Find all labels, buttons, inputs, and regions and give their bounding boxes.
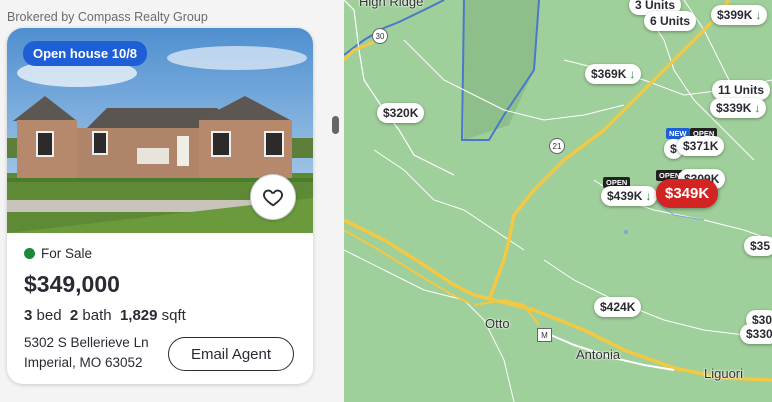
map-pin[interactable]: 6 Units [644,11,697,31]
selected-map-pin[interactable]: $349K [656,179,719,208]
town-antonia: Antonia [576,347,621,362]
town-high-ridge: High Ridge [359,0,424,9]
town-otto: Otto [485,316,510,331]
email-agent-button[interactable]: Email Agent [168,337,294,371]
map-pin[interactable]: $339K ↓ [710,98,767,118]
map-pin[interactable]: $330 [740,324,772,344]
broker-text: Brokered by Compass Realty Group [7,10,208,24]
listing-address[interactable]: 5302 S Bellerieve Ln Imperial, MO 63052 [24,333,149,373]
sqft-label: sqft [161,307,186,324]
listing-specs: 3 bed 2 bath 1,829 sqft [24,307,186,324]
sqft-value: 1,829 [119,307,158,324]
map-pin[interactable]: $371K [677,136,725,156]
map-pin[interactable]: $320K [377,103,425,123]
route-21-shield-icon: 21 [549,138,565,154]
favorite-button[interactable] [250,174,296,220]
town-liguori: Liguori [704,366,744,381]
beds-value: 3 [24,307,33,324]
address-line-2: Imperial, MO 63052 [24,355,143,370]
map-pin[interactable]: $369K ↓ [585,64,642,84]
map-view[interactable]: 30 21 M High Ridge Otto Antonia Liguori … [344,0,772,402]
price-drop-icon: ↓ [629,67,636,81]
beds-label: bed [36,307,62,324]
address-line-1: 5302 S Bellerieve Ln [24,335,149,350]
status-label: For Sale [41,246,93,261]
baths-value: 2 [69,307,79,324]
map-pin[interactable]: $399K ↓ [711,5,768,25]
open-house-badge: Open house 10/8 [23,41,148,66]
panel-resize-handle[interactable] [332,116,339,134]
status-dot-icon [24,248,35,259]
listing-card[interactable]: Open house 10/8 For Sale $349,000 3 bed … [7,28,313,384]
map-pin[interactable]: $35 [744,236,772,256]
map-pin[interactable]: 11 Units [712,80,771,100]
route-30-shield-icon: 30 [372,28,388,44]
listing-price: $349,000 [24,271,120,297]
price-drop-icon: ↓ [755,8,762,22]
listing-status: For Sale [24,246,92,261]
route-m-shield-icon: M [537,328,552,342]
map-pin[interactable]: $424K [594,297,642,317]
listing-photo[interactable]: Open house 10/8 [7,28,313,233]
map-pin[interactable]: $439K ↓ [601,186,658,206]
listing-panel: Brokered by Compass Realty Group Open ho… [0,0,344,402]
heart-icon [263,189,283,207]
price-drop-icon: ↓ [645,189,652,203]
baths-label: bath [82,307,112,324]
price-drop-icon: ↓ [754,101,761,115]
